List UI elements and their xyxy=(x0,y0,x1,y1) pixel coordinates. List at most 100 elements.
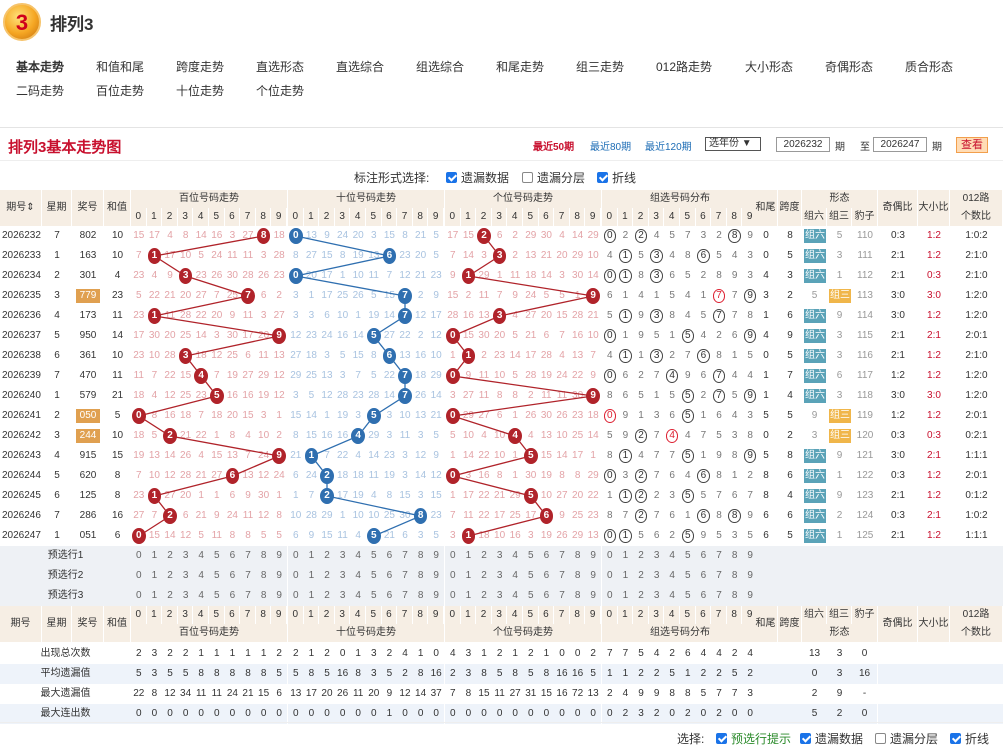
preselect-digit[interactable]: 8 xyxy=(412,566,429,586)
preselect-digit[interactable]: 6 xyxy=(695,546,712,566)
preselect-digit[interactable]: 4 xyxy=(664,546,680,566)
preselect-digit[interactable]: 5 xyxy=(523,546,539,566)
preselect-digit[interactable]: 2 xyxy=(476,586,492,606)
nav-link-15[interactable]: 个位走势 xyxy=(256,82,304,99)
nav-link-12[interactable]: 二码走势 xyxy=(16,82,64,99)
preselect-digit[interactable]: 0 xyxy=(445,546,461,566)
preselect-digit[interactable]: 9 xyxy=(585,566,601,586)
lottery-logo-icon[interactable]: 3 xyxy=(3,3,41,41)
recent-80-link[interactable]: 最近80期 xyxy=(590,138,631,153)
checkbox-icon[interactable] xyxy=(800,733,811,744)
preselect-digit[interactable]: 8 xyxy=(569,546,586,566)
preselect-digit[interactable]: 0 xyxy=(288,566,304,586)
preselect-digit[interactable]: 9 xyxy=(271,566,287,586)
preselect-digit[interactable]: 4 xyxy=(664,566,680,586)
preselect-digit[interactable]: 6 xyxy=(538,586,555,606)
preselect-digit[interactable]: 6 xyxy=(538,566,555,586)
preselect-digit[interactable]: 5 xyxy=(366,546,382,566)
preselect-digit[interactable]: 5 xyxy=(209,546,225,566)
preselect-digit[interactable]: 1 xyxy=(303,546,320,566)
query-button[interactable]: 查看 xyxy=(956,137,988,153)
preselect-digit[interactable]: 6 xyxy=(224,546,241,566)
preselect-digit[interactable]: 4 xyxy=(193,586,209,606)
preselect-digit[interactable]: 8 xyxy=(569,586,586,606)
nav-link-7[interactable]: 组三走势 xyxy=(576,58,624,75)
missing-layer-checkbox[interactable]: 遗漏分层 xyxy=(875,730,938,747)
preselect-digit[interactable]: 5 xyxy=(523,566,539,586)
preselect-digit[interactable]: 9 xyxy=(428,546,444,566)
preselect-digit[interactable]: 7 xyxy=(240,566,256,586)
preselect-digit[interactable]: 2 xyxy=(476,566,492,586)
preselect-digit[interactable]: 5 xyxy=(366,586,382,606)
preselect-digit[interactable]: 1 xyxy=(460,566,477,586)
preselect-digit[interactable]: 8 xyxy=(726,586,743,606)
preselect-digit[interactable]: 5 xyxy=(366,566,382,586)
preselect-digit[interactable]: 1 xyxy=(146,586,163,606)
preselect-digit[interactable]: 8 xyxy=(255,566,272,586)
preselect-digit[interactable]: 7 xyxy=(240,546,256,566)
preselect-digit[interactable]: 6 xyxy=(224,586,241,606)
preselect-digit[interactable]: 3 xyxy=(177,586,194,606)
preselect-digit[interactable]: 0 xyxy=(445,586,461,606)
preselect-digit[interactable]: 1 xyxy=(617,586,634,606)
nav-link-0[interactable]: 基本走势 xyxy=(16,58,64,75)
checkbox-icon[interactable] xyxy=(446,172,457,183)
preselect-digit[interactable]: 0 xyxy=(602,566,618,586)
preselect-digit[interactable]: 3 xyxy=(648,546,665,566)
preselect-digit[interactable]: 4 xyxy=(507,546,523,566)
preselect-digit[interactable]: 9 xyxy=(428,566,444,586)
checkbox-icon[interactable] xyxy=(522,172,533,183)
preselect-digit[interactable]: 0 xyxy=(602,586,618,606)
preselect-digit[interactable]: 7 xyxy=(554,566,570,586)
nav-link-8[interactable]: 012路走势 xyxy=(656,58,712,75)
preselect-digit[interactable]: 3 xyxy=(177,566,194,586)
preselect-digit[interactable]: 4 xyxy=(193,546,209,566)
preselect-digit[interactable]: 0 xyxy=(602,546,618,566)
preselect-digit[interactable]: 9 xyxy=(585,546,601,566)
preselect-digit[interactable]: 2 xyxy=(319,546,335,566)
preselect-digit[interactable]: 5 xyxy=(523,586,539,606)
preselect-digit[interactable]: 8 xyxy=(412,586,429,606)
preselect-digit[interactable]: 7 xyxy=(397,586,413,606)
preselect-digit[interactable]: 5 xyxy=(209,566,225,586)
preselect-digit[interactable]: 1 xyxy=(303,566,320,586)
preselect-digit[interactable]: 5 xyxy=(680,586,696,606)
preselect-digit[interactable]: 2 xyxy=(633,586,649,606)
preselect-digit[interactable]: 6 xyxy=(381,586,398,606)
preselect-digit[interactable]: 7 xyxy=(711,546,727,566)
preselect-digit[interactable]: 2 xyxy=(162,546,178,566)
preselect-digit[interactable]: 9 xyxy=(428,586,444,606)
preselect-digit[interactable]: 1 xyxy=(460,586,477,606)
preselect-digit[interactable]: 3 xyxy=(177,546,194,566)
preselect-digit[interactable]: 7 xyxy=(397,546,413,566)
preselect-digit[interactable]: 3 xyxy=(334,546,351,566)
checkbox-icon[interactable] xyxy=(716,733,727,744)
preselect-digit[interactable]: 8 xyxy=(412,546,429,566)
nav-link-11[interactable]: 质合形态 xyxy=(905,58,953,75)
nav-link-5[interactable]: 组选综合 xyxy=(416,58,464,75)
missing-data-checkbox[interactable]: 遗漏数据 xyxy=(446,169,509,186)
preselect-digit[interactable]: 4 xyxy=(350,586,366,606)
preselect-digit[interactable]: 1 xyxy=(303,586,320,606)
checkbox-icon[interactable] xyxy=(950,733,961,744)
preselect-digit[interactable]: 9 xyxy=(585,586,601,606)
missing-data-checkbox[interactable]: 遗漏数据 xyxy=(800,730,863,747)
preselect-digit[interactable]: 1 xyxy=(617,566,634,586)
preselect-digit[interactable]: 8 xyxy=(726,566,743,586)
preselect-digit[interactable]: 7 xyxy=(397,566,413,586)
preselect-digit[interactable]: 6 xyxy=(381,546,398,566)
nav-link-10[interactable]: 奇偶形态 xyxy=(825,58,873,75)
preselect-digit[interactable]: 4 xyxy=(664,586,680,606)
polyline-checkbox[interactable]: 折线 xyxy=(950,730,989,747)
preselect-digit[interactable]: 9 xyxy=(271,546,287,566)
preselect-digit[interactable]: 2 xyxy=(319,566,335,586)
preselect-digit[interactable]: 3 xyxy=(648,566,665,586)
preselect-digit[interactable]: 0 xyxy=(445,566,461,586)
preselect-digit[interactable]: 0 xyxy=(288,586,304,606)
preselect-digit[interactable]: 0 xyxy=(131,566,147,586)
preselect-digit[interactable]: 0 xyxy=(131,546,147,566)
preselect-digit[interactable]: 6 xyxy=(224,566,241,586)
preselect-digit[interactable]: 1 xyxy=(617,546,634,566)
presel-hint-checkbox[interactable]: 预选行提示 xyxy=(716,730,791,747)
recent-120-link[interactable]: 最近120期 xyxy=(645,138,692,153)
